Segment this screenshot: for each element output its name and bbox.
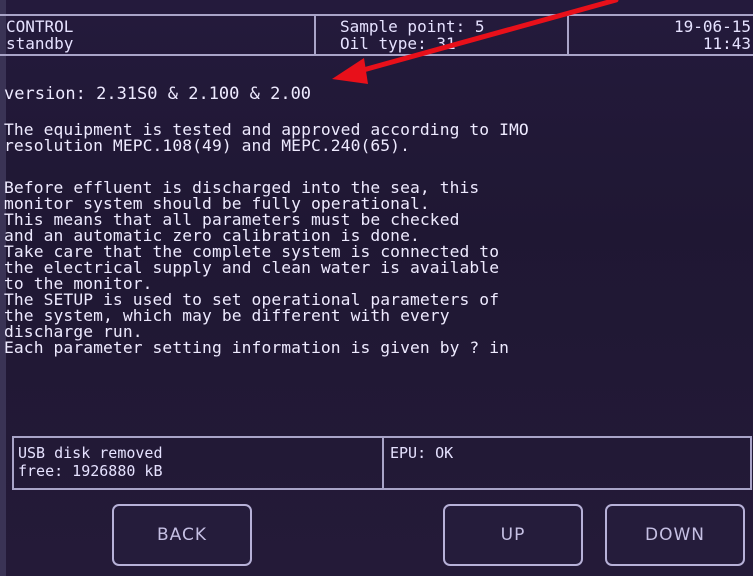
up-button[interactable]: UP — [443, 504, 583, 566]
status-divider — [382, 438, 384, 488]
epu-status: EPU: OK — [390, 444, 454, 462]
info-line: Each parameter setting information is gi… — [4, 338, 510, 357]
oil-type: Oil type: 31 — [340, 34, 456, 53]
sample-point: Sample point: 5 — [340, 17, 485, 36]
state-label: standby — [6, 34, 74, 53]
free-space: free: 1926880 kB — [18, 462, 163, 480]
mode-label: CONTROL — [6, 17, 74, 36]
approval-line: resolution MEPC.108(49) and MEPC.240(65)… — [4, 136, 410, 155]
header-divider — [567, 14, 569, 54]
usb-status: USB disk removed — [18, 444, 163, 462]
status-panel: USB disk removed free: 1926880 kB EPU: O… — [12, 436, 752, 490]
version-line: version: 2.31S0 & 2.100 & 2.00 — [4, 84, 312, 104]
date: 19-06-15 — [673, 17, 751, 36]
time: 11:43 — [702, 34, 751, 53]
down-button[interactable]: DOWN — [605, 504, 745, 566]
back-button[interactable]: BACK — [112, 504, 252, 566]
header-divider — [314, 14, 316, 54]
